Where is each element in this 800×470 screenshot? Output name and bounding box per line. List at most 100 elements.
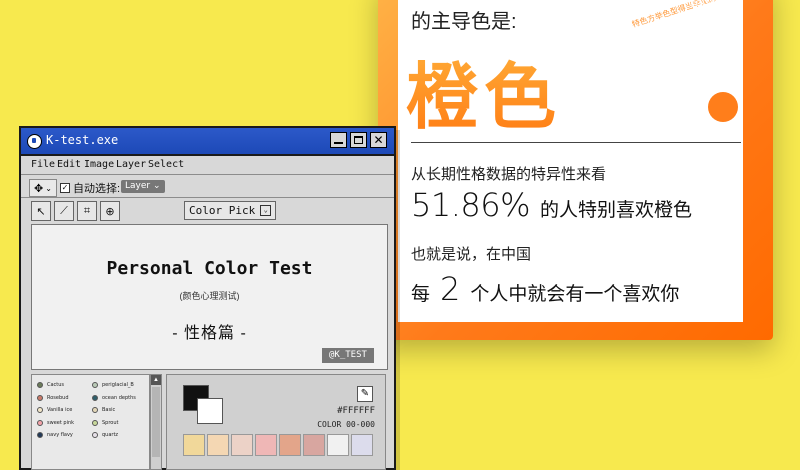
menu-image[interactable]: Image [84, 159, 114, 170]
brush-tool[interactable]: ⟋ [54, 201, 74, 221]
tool-row: ↖ ⟋ ⌗ ⊕ Color Pick ⌄ [21, 198, 394, 222]
list-item[interactable]: Basic [92, 404, 136, 417]
palette-swatch[interactable] [183, 434, 205, 456]
list-item[interactable]: periglacial_B [92, 379, 136, 392]
palette-swatch[interactable] [255, 434, 277, 456]
hex-value: #FFFFFF [337, 406, 375, 416]
palette-swatch[interactable] [327, 434, 349, 456]
crop-tool[interactable]: ⌗ [77, 201, 97, 221]
swatch-dot [37, 394, 43, 401]
color-pick-dropdown[interactable]: Color Pick ⌄ [184, 201, 277, 220]
palette-swatch[interactable] [231, 434, 253, 456]
swatch-label: quartz [102, 432, 119, 439]
dropdown-arrow-icon: ⌄ [260, 205, 272, 216]
layer-dropdown[interactable]: Layer ⌄ [121, 180, 165, 193]
scroll-thumb[interactable] [152, 387, 160, 457]
options-bar: ✥ ⌄ ✓ 自动选择: Layer ⌄ [21, 177, 394, 198]
swatch-dot [92, 382, 98, 389]
swatch-label: Basic [102, 407, 116, 414]
intro-text: 的主导色是: [411, 11, 517, 33]
stat-intro: 从长期性格数据的特异性来看 [411, 166, 607, 183]
title-bar[interactable]: K-test.exe ✕ [21, 128, 394, 156]
color-code: COLOR 00-000 [317, 420, 375, 429]
color-picker-panel: ✎ #FFFFFF COLOR 00-000 [166, 374, 386, 470]
divider [411, 142, 741, 143]
lower-panels: Cactus Rosebud Vanilla ice sweet pink na… [31, 374, 386, 470]
test-subtitle: (颜色心理测试) [179, 291, 240, 301]
palette-swatch[interactable] [303, 434, 325, 456]
swatch-dot [92, 419, 98, 426]
dominant-color-title: 橙色 [406, 38, 562, 143]
count-row: 每 2 个人中就会有一个喜欢你 [411, 270, 679, 308]
list-item[interactable]: Sprout [92, 417, 136, 430]
swatch-label: navy flavy [47, 432, 73, 439]
k-test-window: K-test.exe ✕ File Edit Image Layer Selec… [19, 126, 396, 470]
canvas: Personal Color Test (颜色心理测试) - 性格篇 - @K_… [31, 224, 388, 370]
menu-layer[interactable]: Layer [116, 159, 146, 170]
eyedropper-icon[interactable]: ✎ [357, 386, 373, 402]
auto-select-label: 自动选择: [73, 183, 121, 195]
swatch-column-right: periglacial_B ocean depths Basic Sprout … [92, 379, 136, 442]
stat-description: 的人特别喜欢橙色 [540, 200, 693, 221]
swatch-column-left: Cactus Rosebud Vanilla ice sweet pink na… [37, 379, 74, 442]
palette [183, 434, 373, 456]
close-button[interactable]: ✕ [370, 132, 387, 148]
menu-file[interactable]: File [31, 159, 55, 170]
minimize-button[interactable] [330, 132, 347, 148]
list-item[interactable]: sweet pink [37, 417, 74, 430]
menu-edit[interactable]: Edit [57, 159, 81, 170]
fg-bg-color-swatches[interactable] [183, 385, 225, 425]
move-icon: ✥ [34, 181, 44, 195]
swatch-list: Cactus Rosebud Vanilla ice sweet pink na… [31, 374, 150, 470]
background-color[interactable] [197, 398, 223, 424]
swatch-label: Vanilla ice [47, 407, 73, 414]
scroll-up-icon[interactable]: ▲ [151, 375, 161, 385]
swatch-dot [37, 419, 43, 426]
stat-row: 51.86% 的人特别喜欢橙色 [411, 186, 692, 224]
count-prefix: 每 [411, 284, 431, 305]
maximize-icon [354, 136, 363, 144]
swatch-dot [92, 394, 98, 401]
list-item[interactable]: quartz [92, 429, 136, 442]
menu-select[interactable]: Select [148, 159, 184, 170]
swatch-dot [92, 432, 98, 439]
target-tool[interactable]: ⊕ [100, 201, 120, 221]
move-tool-button[interactable]: ✥ ⌄ [29, 179, 57, 197]
minimize-icon [334, 142, 343, 144]
swatch-label: sweet pink [47, 419, 75, 426]
swatch-label: ocean depths [102, 394, 136, 401]
swatch-label: Cactus [47, 382, 65, 389]
swatch-dot [37, 407, 43, 414]
menu-bar: File Edit Image Layer Select [21, 156, 394, 175]
swatch-scrollbar[interactable]: ▲ [150, 374, 162, 470]
test-title: Personal Color Test [106, 258, 313, 279]
palette-swatch[interactable] [279, 434, 301, 456]
count-number: 2 [440, 270, 461, 308]
window-title: K-test.exe [46, 133, 119, 147]
select-arrow-tool[interactable]: ↖ [31, 201, 51, 221]
auto-select-checkbox[interactable]: ✓ [60, 183, 70, 193]
color-pick-label: Color Pick [189, 204, 256, 217]
china-intro: 也就是说，在中国 [411, 246, 532, 263]
list-item[interactable]: navy flavy [37, 429, 74, 442]
app-icon [27, 134, 42, 149]
chevron-down-icon: ⌄ [45, 183, 52, 193]
author-tag: @K_TEST [322, 348, 374, 363]
stat-percentage: 51.86% [411, 186, 531, 224]
auto-select-option[interactable]: ✓ 自动选择: [60, 180, 120, 196]
list-item[interactable]: Rosebud [37, 392, 74, 405]
swatch-dot [37, 382, 43, 389]
swatch-dot [92, 407, 98, 414]
maximize-button[interactable] [350, 132, 367, 148]
list-item[interactable]: ocean depths [92, 392, 136, 405]
list-item[interactable]: Vanilla ice [37, 404, 74, 417]
test-section: - 性格篇 - [172, 325, 247, 342]
swatch-label: Sprout [102, 419, 119, 426]
palette-swatch[interactable] [207, 434, 229, 456]
swatch-dot [37, 432, 43, 439]
swatch-label: Rosebud [47, 394, 69, 401]
list-item[interactable]: Cactus [37, 379, 74, 392]
orange-dot [708, 92, 738, 122]
count-suffix: 个人中就会有一个喜欢你 [470, 284, 680, 305]
palette-swatch[interactable] [351, 434, 373, 456]
